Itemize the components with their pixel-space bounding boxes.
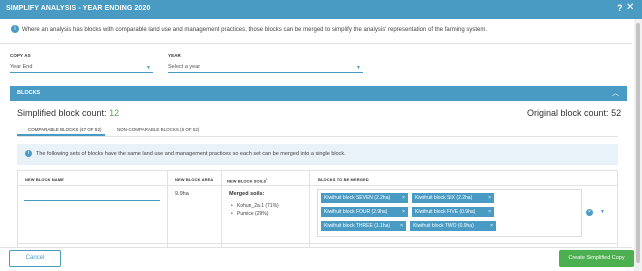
- simplified-count-label: Simplified block count:: [17, 108, 107, 118]
- close-icon[interactable]: ✕: [626, 2, 634, 13]
- table-row-divider: [17, 243, 618, 244]
- column-header-new-block-name: NEW BLOCK NAME: [25, 177, 64, 182]
- clear-selection-icon[interactable]: ×: [586, 209, 593, 216]
- year-placeholder: Select a year: [168, 64, 201, 70]
- tab-non-comparable-blocks[interactable]: NON-COMPARABLE BLOCKS (5 OF 52): [117, 127, 199, 132]
- merge-block-label: Kiwifruit block THREE (1.1ha): [324, 223, 391, 229]
- original-count-label: Original block count:: [527, 108, 609, 118]
- copy-as-select[interactable]: Year End ▼: [10, 62, 153, 73]
- dialog-titlebar: SIMPLIFY ANALYSIS - YEAR ENDING 2020 ? ✕: [0, 0, 642, 19]
- copy-as-value: Year End: [10, 64, 33, 70]
- column-divider: [309, 170, 310, 248]
- footer-divider: [0, 247, 632, 248]
- simplified-block-count: Simplified block count: 12: [17, 108, 119, 118]
- column-header-new-block-soils: NEW BLOCK SOILSi: [227, 177, 267, 183]
- blocks-section-header[interactable]: BLOCKS ︿: [10, 86, 627, 101]
- year-label: YEAR: [168, 53, 181, 58]
- column-divider: [167, 170, 168, 248]
- table-header-divider: [17, 185, 618, 186]
- new-block-area-value: 9.9ha: [175, 191, 189, 197]
- blocks-header-label: BLOCKS: [17, 90, 41, 96]
- tab-divider: [17, 136, 618, 137]
- column-header-new-block-area: NEW BLOCK AREA: [175, 177, 214, 182]
- soils-info-marker: i: [266, 177, 268, 181]
- merge-block-label: Kiwifruit block SIX (2.2ha): [415, 195, 473, 201]
- remove-chip-icon[interactable]: ×: [488, 207, 491, 217]
- remove-chip-icon[interactable]: ×: [402, 207, 405, 217]
- create-simplified-copy-button[interactable]: Create Simplified Copy: [559, 250, 634, 267]
- simplified-count-value: 12: [109, 108, 120, 118]
- dialog-title: SIMPLIFY ANALYSIS - YEAR ENDING 2020: [6, 5, 151, 12]
- merge-block-label: Kiwifruit block FIVE (0.9ha): [415, 209, 476, 215]
- new-block-name-input[interactable]: [24, 200, 160, 201]
- merge-note: i The following sets of blocks have the s…: [17, 144, 618, 165]
- merged-soils-title: Merged soils:: [229, 191, 265, 197]
- merge-block-chip[interactable]: Kiwifruit block SEVEN (2.2ha) ×: [321, 193, 408, 203]
- merge-block-label: Kiwifruit block SEVEN (2.2ha): [324, 195, 391, 201]
- chevron-up-icon[interactable]: ︿: [612, 88, 619, 98]
- remove-chip-icon[interactable]: ×: [402, 193, 405, 203]
- soil-item: Kohun_2a.1 (71%): [231, 203, 279, 209]
- info-icon: i: [11, 25, 19, 34]
- original-block-count: Original block count: 52: [527, 108, 621, 118]
- info-icon: i: [25, 150, 32, 158]
- column-header-blocks-to-merge: BLOCKS TO BE MERGED: [318, 177, 369, 182]
- info-text: Where an analysis has blocks with compar…: [22, 27, 488, 33]
- merge-block-chip[interactable]: Kiwifruit block SIX (2.2ha) ×: [412, 193, 494, 203]
- merge-block-chip[interactable]: Kiwifruit block FOUR (2.9ha) ×: [321, 207, 408, 217]
- remove-chip-icon[interactable]: ×: [488, 193, 491, 203]
- remove-chip-icon[interactable]: ×: [400, 221, 403, 231]
- column-divider: [221, 170, 222, 248]
- merge-block-label: Kiwifruit block FOUR (2.9ha): [324, 209, 388, 215]
- year-select[interactable]: Select a year ▼: [168, 62, 363, 73]
- soil-item: Pumice (29%): [231, 211, 268, 217]
- chevron-down-icon[interactable]: ▼: [600, 209, 605, 215]
- remove-chip-icon[interactable]: ×: [490, 221, 493, 231]
- original-count-value: 52: [611, 108, 622, 118]
- scrollbar[interactable]: [634, 19, 642, 271]
- divider: [0, 43, 632, 44]
- scrollbar-thumb[interactable]: [636, 23, 640, 263]
- info-message: i Where an analysis has blocks with compa…: [11, 24, 623, 36]
- tab-comparable-blocks[interactable]: COMPARABLE BLOCKS (47 OF 52): [28, 127, 101, 132]
- merge-block-chip[interactable]: Kiwifruit block FIVE (0.9ha) ×: [412, 207, 494, 217]
- merge-note-text: The following sets of blocks have the sa…: [36, 151, 346, 157]
- cancel-button[interactable]: Cancel: [9, 250, 61, 267]
- merge-block-chip[interactable]: Kiwifruit block THREE (1.1ha) ×: [321, 221, 406, 231]
- help-icon[interactable]: ?: [617, 3, 623, 13]
- copy-as-label: COPY AS: [10, 53, 31, 58]
- merge-block-chip[interactable]: Kiwifruit block TWO (0.9ha) ×: [410, 221, 496, 231]
- chevron-down-icon: ▼: [146, 65, 151, 71]
- new-block-soils-label: NEW BLOCK SOILS: [227, 178, 267, 184]
- merge-block-label: Kiwifruit block TWO (0.9ha): [413, 223, 474, 229]
- chevron-down-icon: ▼: [356, 65, 361, 71]
